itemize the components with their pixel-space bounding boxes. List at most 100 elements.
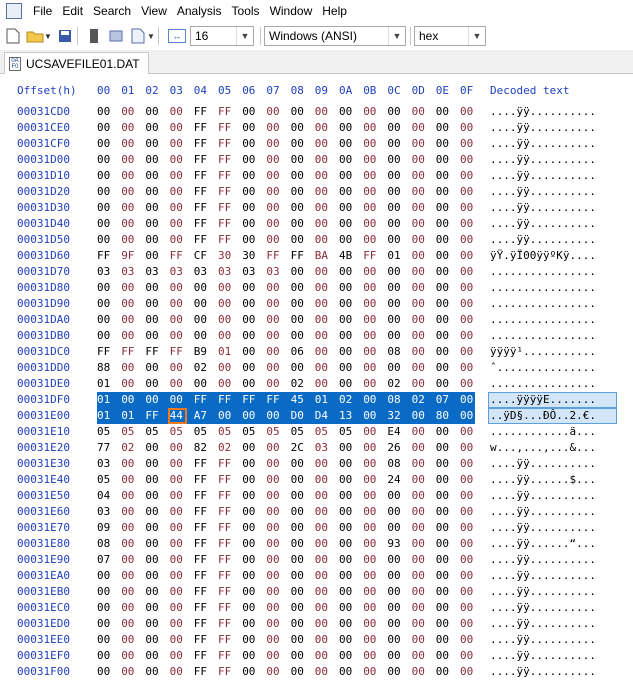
hex-byte[interactable]: 00 bbox=[170, 137, 188, 150]
hex-byte[interactable]: 00 bbox=[97, 121, 115, 134]
hex-byte[interactable]: 00 bbox=[145, 393, 163, 406]
hex-byte[interactable]: 00 bbox=[339, 121, 357, 134]
hex-byte[interactable]: 00 bbox=[315, 585, 333, 598]
hex-byte[interactable]: 00 bbox=[266, 121, 284, 134]
hex-byte[interactable]: 00 bbox=[266, 137, 284, 150]
hex-editor-view[interactable]: Offset(h) Decoded text 00 01 02 03 04 05 06 07 0… bbox=[0, 80, 633, 682]
hex-byte[interactable]: FF bbox=[266, 249, 284, 262]
hex-byte[interactable]: 00 bbox=[266, 617, 284, 630]
hex-byte[interactable]: 00 bbox=[460, 137, 478, 150]
hex-byte[interactable]: 00 bbox=[412, 361, 430, 374]
decoded-text[interactable]: ....ÿÿ.......... bbox=[490, 521, 596, 534]
hex-byte[interactable]: 00 bbox=[363, 425, 381, 438]
hex-byte[interactable]: 00 bbox=[291, 265, 309, 278]
hex-byte[interactable]: 00 bbox=[194, 281, 212, 294]
hex-byte[interactable]: 00 bbox=[145, 377, 163, 390]
hex-byte[interactable]: 00 bbox=[291, 217, 309, 230]
hex-byte[interactable]: 00 bbox=[460, 393, 478, 406]
hex-byte[interactable]: 03 bbox=[170, 265, 188, 278]
hex-byte[interactable]: 00 bbox=[145, 457, 163, 470]
hex-byte[interactable]: 00 bbox=[436, 457, 454, 470]
hex-byte[interactable]: 00 bbox=[460, 489, 478, 502]
hex-byte[interactable]: 00 bbox=[436, 297, 454, 310]
hex-byte[interactable]: FF bbox=[194, 489, 212, 502]
hex-byte[interactable]: FF bbox=[121, 345, 139, 358]
hex-byte[interactable]: 00 bbox=[145, 553, 163, 566]
hex-byte[interactable]: 05 bbox=[194, 425, 212, 438]
hex-byte[interactable]: 00 bbox=[170, 233, 188, 246]
hex-byte[interactable]: 00 bbox=[363, 409, 381, 422]
hex-byte[interactable]: 00 bbox=[315, 473, 333, 486]
hex-byte[interactable]: 00 bbox=[242, 489, 260, 502]
open-dropdown-icon[interactable]: ▼ bbox=[44, 27, 52, 45]
hex-byte[interactable]: 00 bbox=[363, 121, 381, 134]
hex-byte[interactable]: 00 bbox=[315, 217, 333, 230]
hex-byte[interactable]: 00 bbox=[363, 217, 381, 230]
hex-byte[interactable]: 00 bbox=[121, 489, 139, 502]
hex-byte[interactable]: 00 bbox=[436, 601, 454, 614]
hex-byte[interactable]: 00 bbox=[266, 409, 284, 422]
hex-byte[interactable]: 00 bbox=[363, 649, 381, 662]
hex-byte[interactable]: 00 bbox=[242, 601, 260, 614]
decoded-text[interactable]: ....ÿÿ.......... bbox=[490, 137, 596, 150]
hex-byte[interactable]: 00 bbox=[412, 297, 430, 310]
hex-byte[interactable]: 00 bbox=[242, 297, 260, 310]
hex-byte[interactable]: 08 bbox=[387, 393, 405, 406]
hex-byte[interactable]: 00 bbox=[460, 409, 478, 422]
hex-byte[interactable]: 00 bbox=[387, 585, 405, 598]
decoded-text[interactable]: ....ÿÿ.......... bbox=[490, 201, 596, 214]
hex-byte[interactable]: FF bbox=[194, 633, 212, 646]
menu-edit[interactable]: Edit bbox=[57, 0, 88, 22]
hex-byte[interactable]: 00 bbox=[266, 489, 284, 502]
hex-byte[interactable]: 02 bbox=[194, 361, 212, 374]
hex-byte[interactable]: 32 bbox=[387, 409, 405, 422]
hex-byte[interactable]: 03 bbox=[266, 265, 284, 278]
hex-byte[interactable]: 00 bbox=[242, 521, 260, 534]
hex-byte[interactable]: 00 bbox=[460, 585, 478, 598]
hex-byte[interactable]: 00 bbox=[291, 489, 309, 502]
hex-byte[interactable]: 00 bbox=[315, 185, 333, 198]
hex-byte[interactable]: 00 bbox=[363, 505, 381, 518]
hex-byte[interactable]: 00 bbox=[315, 313, 333, 326]
hex-byte[interactable]: 00 bbox=[145, 249, 163, 262]
hex-byte[interactable]: 00 bbox=[315, 553, 333, 566]
hex-byte[interactable]: 00 bbox=[266, 153, 284, 166]
hex-byte[interactable]: 00 bbox=[145, 633, 163, 646]
hex-byte[interactable]: 00 bbox=[436, 441, 454, 454]
hex-byte[interactable]: 00 bbox=[412, 153, 430, 166]
hex-byte[interactable]: 00 bbox=[339, 137, 357, 150]
hex-byte[interactable]: 00 bbox=[363, 297, 381, 310]
hex-byte[interactable]: FF bbox=[363, 249, 381, 262]
hex-byte[interactable]: 30 bbox=[218, 249, 236, 262]
hex-byte[interactable]: 00 bbox=[266, 633, 284, 646]
hex-byte[interactable]: 00 bbox=[436, 201, 454, 214]
hex-byte[interactable]: 00 bbox=[363, 313, 381, 326]
hex-byte[interactable]: 00 bbox=[315, 345, 333, 358]
hex-byte[interactable]: 00 bbox=[315, 361, 333, 374]
hex-byte[interactable]: 00 bbox=[266, 665, 284, 678]
hex-byte[interactable]: 00 bbox=[170, 201, 188, 214]
hex-byte[interactable]: FF bbox=[218, 393, 236, 406]
hex-byte[interactable]: 00 bbox=[412, 313, 430, 326]
hex-byte[interactable]: 00 bbox=[145, 473, 163, 486]
hex-byte[interactable]: 00 bbox=[387, 185, 405, 198]
hex-byte[interactable]: 00 bbox=[363, 601, 381, 614]
hex-byte[interactable]: 00 bbox=[363, 345, 381, 358]
hex-byte[interactable]: 00 bbox=[291, 457, 309, 470]
decoded-text[interactable]: ................ bbox=[490, 313, 596, 326]
hex-byte[interactable]: 00 bbox=[387, 553, 405, 566]
hex-byte[interactable]: 00 bbox=[145, 665, 163, 678]
hex-byte[interactable]: E4 bbox=[387, 425, 405, 438]
hex-byte[interactable]: 00 bbox=[387, 601, 405, 614]
hex-byte[interactable]: 00 bbox=[412, 537, 430, 550]
hex-byte[interactable]: 00 bbox=[363, 377, 381, 390]
hex-byte[interactable]: 00 bbox=[412, 345, 430, 358]
decoded-text[interactable]: ....ÿÿ.......... bbox=[490, 169, 596, 182]
hex-byte[interactable]: 00 bbox=[121, 505, 139, 518]
hex-byte[interactable]: 00 bbox=[266, 361, 284, 374]
hex-byte[interactable]: 00 bbox=[436, 137, 454, 150]
hex-byte[interactable]: 00 bbox=[291, 361, 309, 374]
hex-byte[interactable]: 4B bbox=[339, 249, 357, 262]
hex-byte[interactable]: 00 bbox=[436, 425, 454, 438]
hex-byte[interactable]: 00 bbox=[460, 617, 478, 630]
